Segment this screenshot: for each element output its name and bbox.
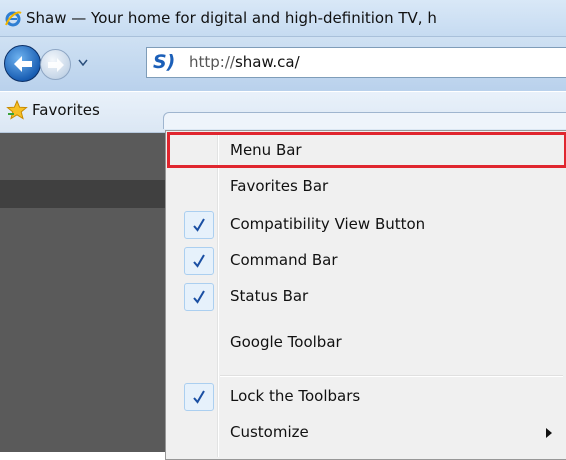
menu-item-command-bar[interactable]: Command Bar — [168, 243, 565, 279]
title-bar: Shaw — Your home for digital and high-de… — [0, 0, 566, 37]
highlight-annotation — [167, 132, 566, 168]
navigation-bar: S) http://shaw.ca/ — [0, 37, 566, 91]
window-title: Shaw — Your home for digital and high-de… — [26, 9, 437, 27]
menu-item-label: Compatibility View Button — [230, 215, 426, 233]
url-text[interactable]: http://shaw.ca/ — [189, 53, 300, 71]
checkmark-icon — [193, 254, 205, 268]
menu-item-compatibility-view-button[interactable]: Compatibility View Button — [168, 207, 565, 243]
checkmark-box — [184, 283, 214, 311]
menu-item-label: Status Bar — [230, 287, 309, 305]
menu-item-label: Lock the Toolbars — [230, 387, 361, 405]
ie-icon — [5, 11, 22, 27]
url-host: shaw.ca/ — [234, 53, 300, 71]
forward-button[interactable] — [40, 49, 71, 80]
menu-item-label: Command Bar — [230, 251, 338, 269]
submenu-arrow-icon — [546, 428, 552, 438]
url-prefix: http:// — [189, 53, 235, 71]
site-favicon: S) — [153, 51, 176, 73]
menu-item-label: Google Toolbar — [230, 333, 342, 351]
favorites-label: Favorites — [32, 101, 100, 119]
menu-item-label: Customize — [230, 423, 309, 441]
menu-item-google-toolbar[interactable]: Google Toolbar — [168, 325, 565, 361]
forward-arrow-icon — [48, 58, 64, 72]
toolbar-context-menu: Menu Bar Favorites Bar Compatibility Vie… — [165, 130, 566, 460]
favorites-bar: Favorites — [0, 92, 566, 133]
menu-item-favorites-bar[interactable]: Favorites Bar — [168, 169, 565, 205]
address-bar[interactable]: S) http://shaw.ca/ — [146, 47, 566, 78]
menu-item-lock-the-toolbars[interactable]: Lock the Toolbars — [168, 379, 565, 415]
back-arrow-icon — [14, 56, 32, 72]
checkmark-icon — [193, 290, 205, 304]
checkmark-box — [184, 383, 214, 411]
chevron-down-icon[interactable] — [78, 59, 88, 66]
checkmark-box — [184, 247, 214, 275]
menu-item-status-bar[interactable]: Status Bar — [168, 279, 565, 315]
menu-item-label: Favorites Bar — [230, 177, 329, 195]
menu-separator — [220, 375, 563, 377]
menu-item-customize[interactable]: Customize — [168, 415, 565, 451]
checkmark-icon — [193, 218, 205, 232]
tab-strip — [163, 112, 566, 129]
back-button[interactable] — [4, 45, 41, 82]
star-icon — [6, 100, 28, 120]
checkmark-box — [184, 211, 214, 239]
checkmark-icon — [193, 390, 205, 404]
